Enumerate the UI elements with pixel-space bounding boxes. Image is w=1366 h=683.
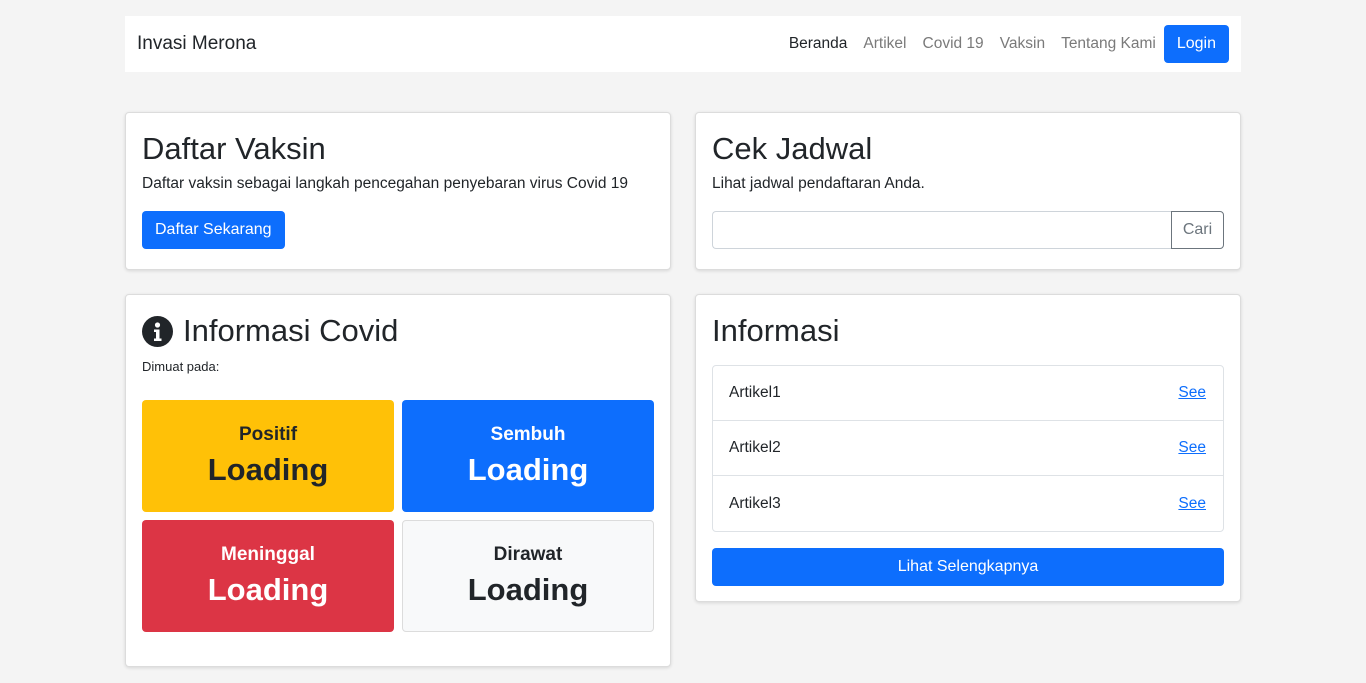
informasi-covid-title: Informasi Covid (183, 313, 399, 348)
cek-jadwal-description: Lihat jadwal pendaftaran Anda. (712, 175, 925, 192)
nav-links: Beranda Artikel Covid 19 Vaksin Tentang … (773, 25, 1229, 63)
daftar-sekarang-button[interactable]: Daftar Sekarang (142, 211, 285, 249)
see-link[interactable]: See (1178, 439, 1206, 457)
nav-link-artikel[interactable]: Artikel (863, 35, 906, 53)
jadwal-search-input[interactable] (712, 211, 1171, 249)
daftar-vaksin-description: Daftar vaksin sebagai langkah pencegahan… (142, 175, 628, 192)
covid-stats-grid: Positif Loading Sembuh Loading Meninggal… (142, 400, 654, 632)
article-title: Artikel2 (729, 439, 781, 456)
cek-jadwal-card: Cek Jadwal Lihat jadwal pendaftaran Anda… (695, 112, 1241, 270)
stat-meninggal-label: Meninggal (221, 544, 315, 565)
article-title: Artikel1 (729, 384, 781, 401)
cek-jadwal-title: Cek Jadwal (712, 131, 873, 166)
list-item: Artikel1 See (713, 366, 1223, 421)
informasi-title: Informasi (712, 313, 840, 348)
stat-positif-value: Loading (207, 452, 329, 487)
daftar-vaksin-title: Daftar Vaksin (142, 131, 326, 166)
stat-dirawat-value: Loading (467, 572, 589, 607)
stat-meninggal: Meninggal Loading (142, 520, 394, 632)
daftar-vaksin-card: Daftar Vaksin Daftar vaksin sebagai lang… (125, 112, 671, 270)
covid-title-row: Informasi Covid (142, 313, 654, 349)
stat-meninggal-value: Loading (207, 572, 329, 607)
stat-sembuh: Sembuh Loading (402, 400, 654, 512)
dimuat-pada-label: Dimuat pada: (142, 359, 220, 374)
stat-positif-label: Positif (238, 424, 298, 445)
navbar: Invasi Merona Beranda Artikel Covid 19 V… (125, 16, 1241, 72)
stat-positif: Positif Loading (142, 400, 394, 512)
cari-button[interactable]: Cari (1171, 211, 1224, 249)
nav-link-vaksin[interactable]: Vaksin (1000, 35, 1045, 53)
search-row: Cari (712, 211, 1224, 249)
informasi-card: Informasi Artikel1 See Artikel2 See Arti… (695, 294, 1241, 602)
stat-sembuh-label: Sembuh (490, 424, 566, 445)
see-link[interactable]: See (1178, 495, 1206, 513)
article-title: Artikel3 (729, 494, 781, 512)
list-item: Artikel2 See (713, 421, 1223, 476)
info-circle-icon (142, 315, 173, 347)
login-button[interactable]: Login (1163, 25, 1229, 63)
brand-logo[interactable]: Invasi Merona (137, 33, 256, 55)
stat-dirawat: Dirawat Loading (402, 520, 654, 632)
lihat-selengkapnya-button[interactable]: Lihat Selengkapnya (712, 548, 1224, 586)
nav-link-covid-19[interactable]: Covid 19 (923, 35, 984, 53)
informasi-covid-card: Informasi Covid Dimuat pada: Positif Loa… (125, 294, 671, 667)
see-link[interactable]: See (1178, 384, 1206, 402)
stat-sembuh-value: Loading (467, 452, 589, 487)
nav-link-tentang-kami[interactable]: Tentang Kami (1061, 35, 1156, 53)
article-list: Artikel1 See Artikel2 See Artikel3 See (712, 365, 1224, 532)
nav-link-beranda[interactable]: Beranda (789, 35, 848, 53)
stat-dirawat-label: Dirawat (493, 544, 563, 565)
list-item: Artikel3 See (713, 476, 1223, 531)
